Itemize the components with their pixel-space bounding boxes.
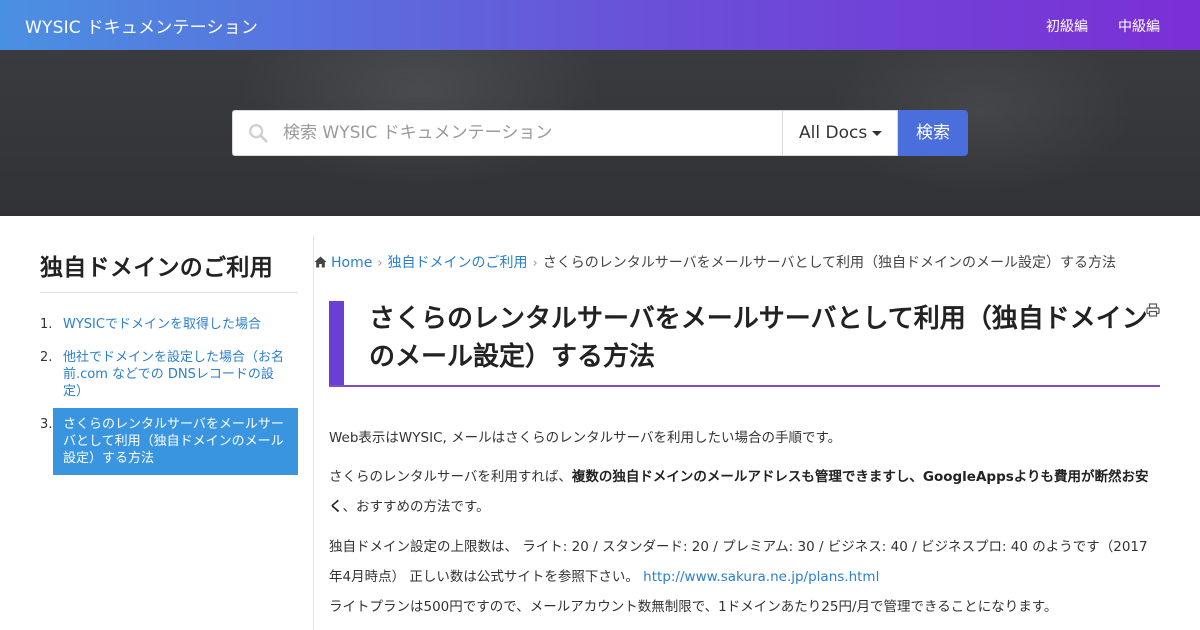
home-icon: [314, 256, 327, 268]
print-icon[interactable]: [1146, 303, 1160, 317]
sidebar-title: 独自ドメインのご利用: [40, 255, 273, 281]
paragraph-text: 、おすすめの方法です。: [342, 499, 490, 515]
breadcrumb-section-link[interactable]: 独自ドメインのご利用: [388, 255, 528, 271]
content-divider: [313, 235, 314, 630]
sidebar-item-number: 1.: [40, 317, 53, 332]
breadcrumb-home-link[interactable]: Home: [331, 255, 372, 271]
article-paragraph: ライトプランは500円ですので、メールアカウント数無制限で、1ドメインあたり25…: [329, 599, 1058, 615]
docs-scope-select[interactable]: All Docs: [782, 110, 898, 156]
page-title: さくらのレンタルサーバをメールサーバとして利用（独自ドメインのメール設定）する方…: [369, 304, 1148, 372]
chevron-right-icon: ›: [377, 256, 383, 271]
paragraph-text: さくらのレンタルサーバを利用すれば、: [329, 469, 572, 485]
sidebar-item-label[interactable]: さくらのレンタルサーバをメールサーバとして利用（独自ドメインのメール設定）する方…: [53, 408, 298, 475]
title-accent-bar: [329, 301, 344, 385]
search-icon: [249, 124, 268, 143]
nav-beginner-link[interactable]: 初級編: [1046, 16, 1088, 36]
sakura-plans-link[interactable]: http://www.sakura.ne.jp/plans.html: [643, 569, 879, 585]
sidebar-item-label[interactable]: 他社でドメインを設定した場合（お名前.com などでの DNSレコードの設定）: [63, 349, 293, 400]
top-navbar: WYSIC ドキュメンテーション 初級編 中級編: [0, 0, 1200, 50]
sidebar-item-label[interactable]: WYSICでドメインを取得した場合: [63, 316, 293, 333]
sidebar-item-number: 2.: [40, 350, 53, 365]
chevron-right-icon: ›: [532, 256, 538, 271]
search-field[interactable]: [232, 110, 783, 156]
hero-search-banner: All Docs 検索: [0, 50, 1200, 216]
search-button[interactable]: 検索: [898, 110, 968, 156]
breadcrumb: Home › 独自ドメインのご利用 › さくらのレンタルサーバをメールサーバとして利用（…: [314, 252, 1116, 272]
sidebar-divider: [40, 292, 298, 293]
docs-scope-label: All Docs: [799, 123, 868, 143]
caret-down-icon: [872, 130, 883, 136]
breadcrumb-current: さくらのレンタルサーバをメールサーバとして利用（独自ドメインのメール設定）する方…: [542, 255, 1117, 271]
article-paragraph: さくらのレンタルサーバを利用すれば、複数の独自ドメインのメールアドレスも管理でき…: [329, 462, 1159, 522]
search-input[interactable]: [283, 111, 773, 155]
site-brand[interactable]: WYSIC ドキュメンテーション: [25, 13, 258, 38]
article-paragraph: 独自ドメイン設定の上限数は、 ライト: 20 / スタンダード: 20 / プレ…: [329, 532, 1159, 592]
title-underline: [329, 385, 1160, 387]
sidebar-item-number: 3.: [40, 417, 53, 432]
article-paragraph: Web表示はWYSIC, メールはさくらのレンタルサーバを利用したい場合の手順で…: [329, 430, 842, 446]
nav-intermediate-link[interactable]: 中級編: [1118, 16, 1160, 36]
